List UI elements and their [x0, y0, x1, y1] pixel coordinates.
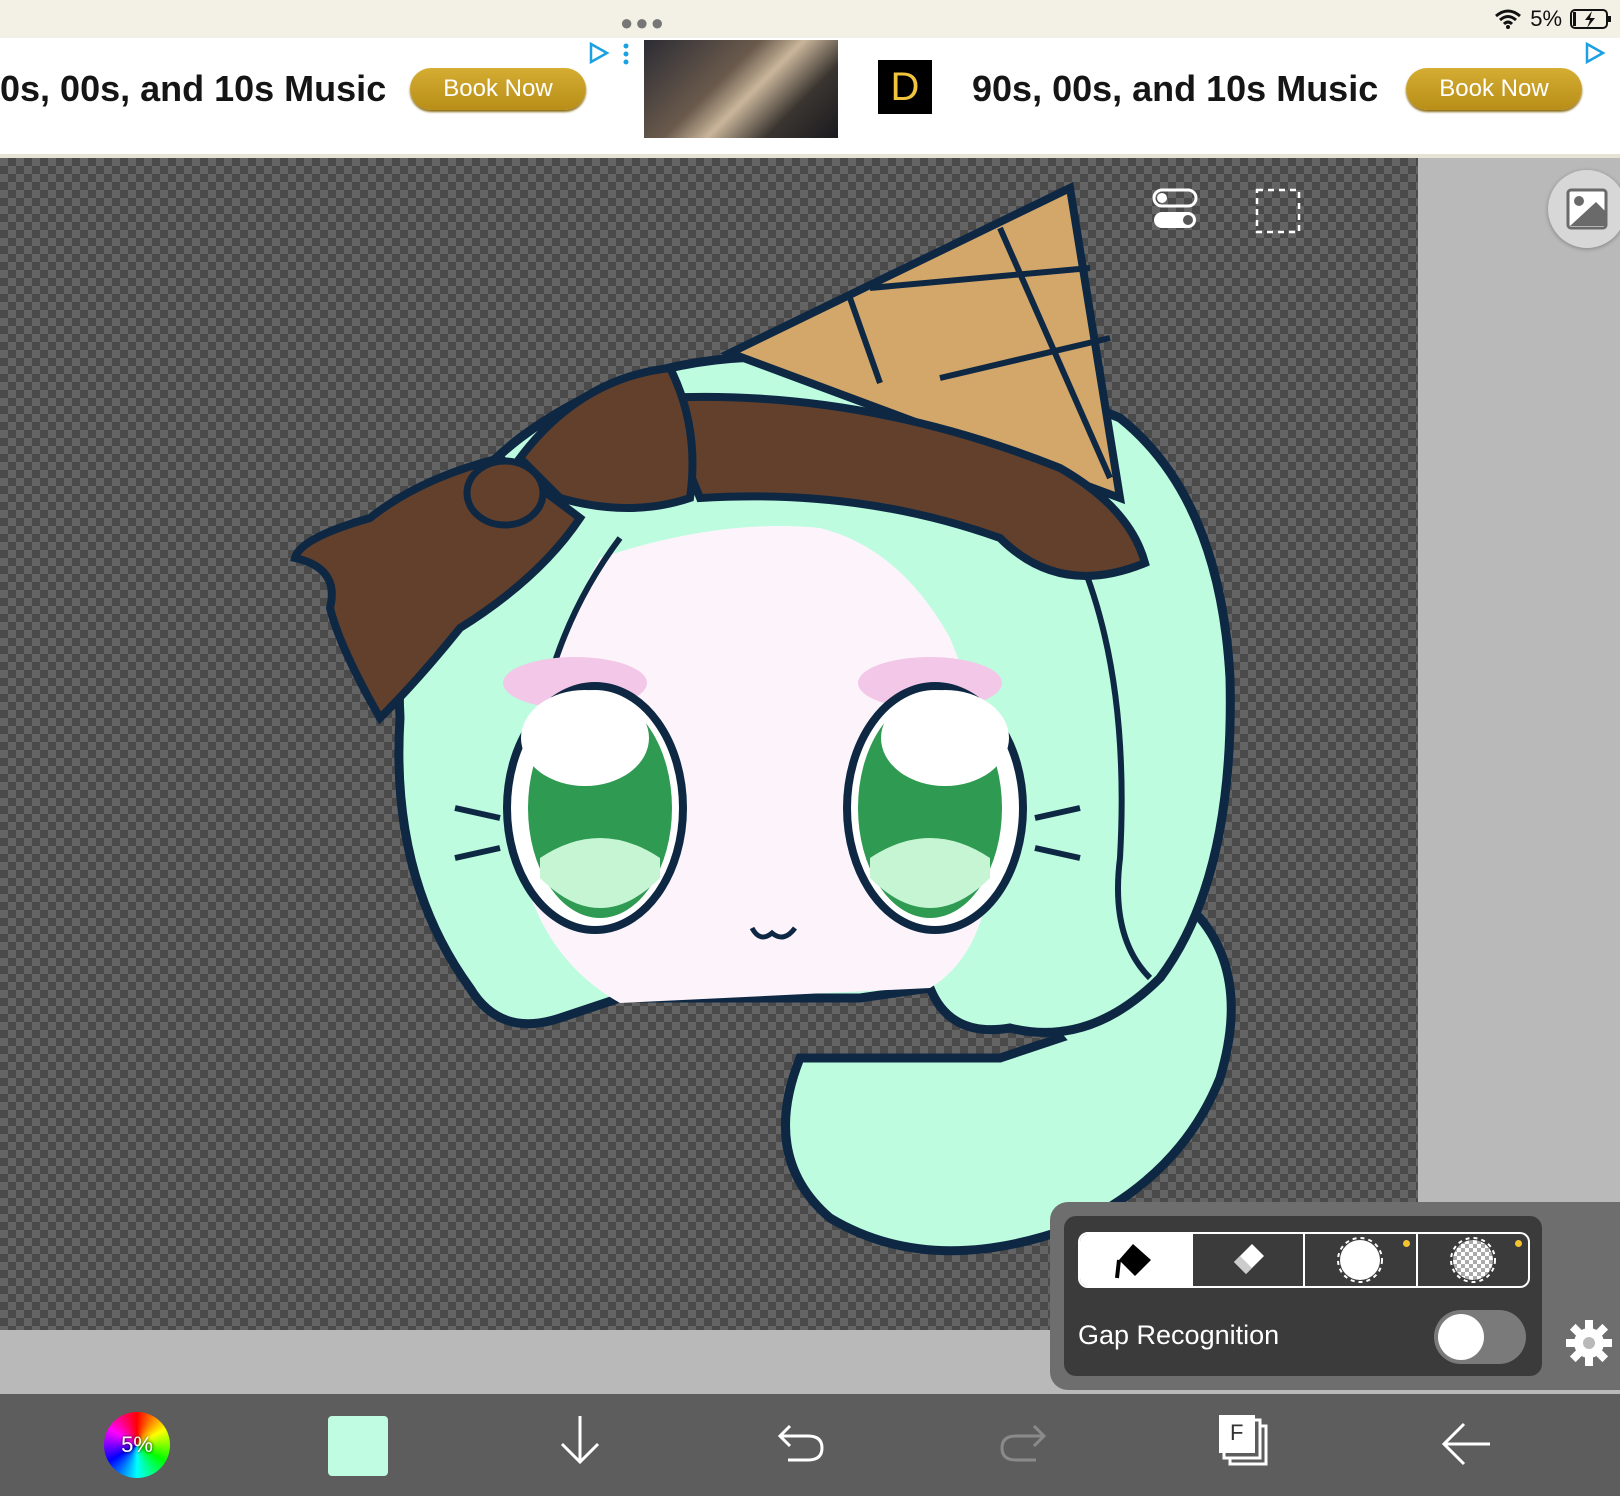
layer-label: F — [1230, 1420, 1244, 1445]
gap-recognition-toggle[interactable] — [1434, 1310, 1526, 1364]
layer-toggle-icon[interactable] — [1152, 188, 1198, 232]
back-arrow-icon[interactable] — [1440, 1422, 1492, 1466]
ad-book-now-button-left[interactable]: Book Now — [410, 68, 586, 110]
color-wheel-button[interactable]: 5% — [104, 1412, 170, 1478]
selection-icon[interactable] — [1255, 188, 1301, 234]
layers-button[interactable]: F — [1218, 1414, 1270, 1468]
current-color-swatch[interactable] — [328, 1416, 388, 1476]
artwork — [290, 182, 1236, 1256]
wifi-icon — [1495, 9, 1522, 29]
battery-percent: 5% — [1530, 6, 1562, 31]
fill-mode-bucket[interactable] — [1080, 1234, 1193, 1286]
gear-icon[interactable] — [1564, 1318, 1614, 1368]
eraser-icon — [1233, 1244, 1264, 1274]
ad-more-icon[interactable] — [622, 42, 630, 66]
undo-icon[interactable] — [776, 1420, 826, 1464]
mode-dot-2 — [1515, 1240, 1522, 1247]
fill-tool-options: Gap Recognition — [1064, 1216, 1542, 1376]
ad-photo[interactable] — [644, 40, 838, 138]
fill-mode-selector — [1078, 1232, 1530, 1288]
fill-mode-transparent[interactable] — [1418, 1234, 1529, 1286]
ad-headline-left[interactable]: 0s, 00s, and 10s Music — [0, 68, 386, 110]
ad-choices-icon[interactable] — [588, 42, 610, 64]
mode-dot — [1402, 1240, 1410, 1247]
drawing-canvas[interactable] — [0, 158, 1418, 1330]
fill-mode-circle[interactable] — [1305, 1234, 1418, 1286]
toggle-knob — [1438, 1314, 1484, 1360]
layers-icon — [1219, 1415, 1268, 1466]
ad-book-now-button-right[interactable]: Book Now — [1406, 68, 1582, 110]
status-right: 5% — [1494, 6, 1612, 32]
redo-icon[interactable] — [998, 1420, 1048, 1464]
arrow-down-icon[interactable] — [556, 1412, 604, 1468]
multitask-dots[interactable]: ●●● — [620, 10, 666, 36]
image-icon — [1566, 188, 1608, 230]
circle-icon — [1337, 1237, 1384, 1283]
fill-mode-eraser[interactable] — [1193, 1234, 1305, 1286]
ad-banner[interactable]: 0s, 00s, and 10s Music Book Now D 90s, 0… — [0, 38, 1620, 158]
ad-logo[interactable]: D — [878, 60, 932, 114]
gap-recognition-label: Gap Recognition — [1078, 1320, 1280, 1350]
checker-icon — [1449, 1237, 1496, 1283]
ad-headline-right[interactable]: 90s, 00s, and 10s Music — [972, 68, 1378, 110]
status-bar: ●●● 5% — [0, 0, 1620, 38]
color-wheel-label: 5% — [121, 1432, 153, 1457]
fill-bucket-icon — [1115, 1244, 1152, 1279]
ad-choices-icon-right[interactable] — [1584, 42, 1606, 64]
battery-icon — [1570, 9, 1611, 29]
bottom-toolbar: 5% F — [0, 1394, 1620, 1496]
reference-button[interactable] — [1548, 170, 1620, 248]
fill-tool-panel: Gap Recognition — [1050, 1202, 1620, 1390]
